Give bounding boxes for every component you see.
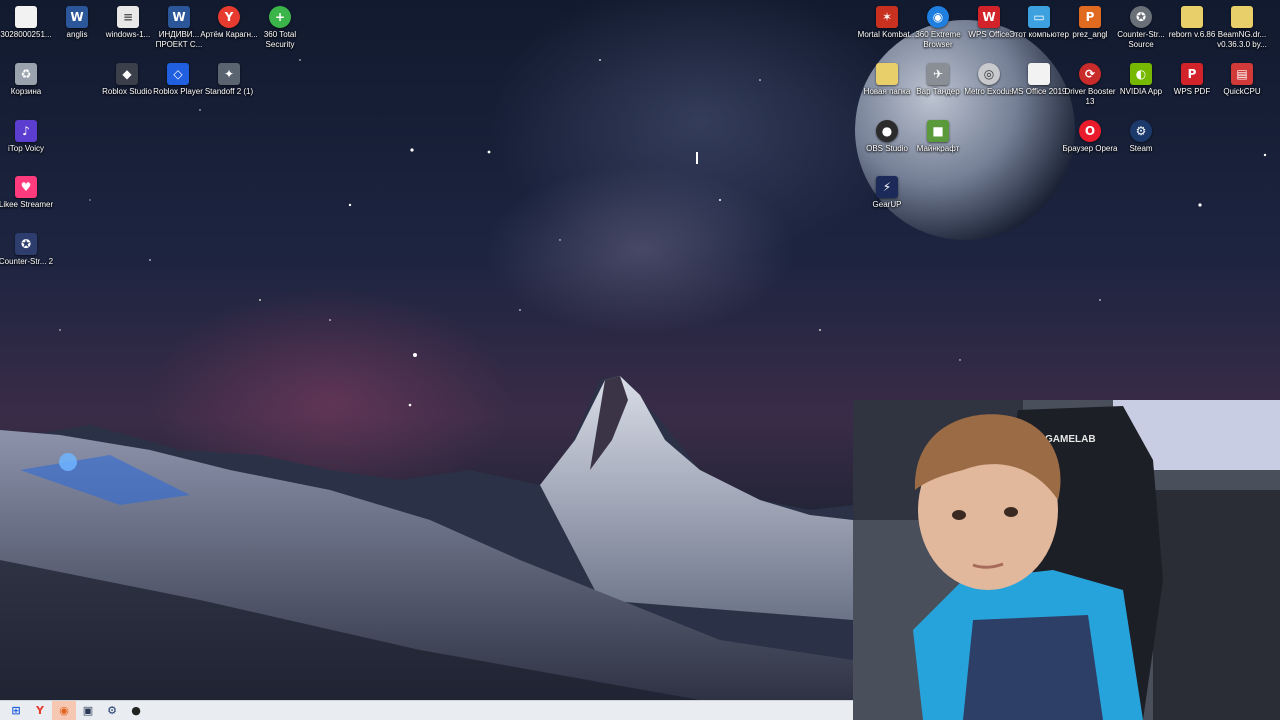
counter-strike-icon: ✪ — [15, 233, 37, 255]
desktop-icon-360-browser[interactable]: ◉ 360 Extreme Browser — [911, 6, 965, 50]
desktop-icon-label: Standoff 2 (1) — [204, 87, 254, 96]
taskbar-yandex-browser-icon[interactable]: Y — [28, 701, 52, 720]
desktop-icon-roblox-studio[interactable]: ◆ Roblox Studio — [100, 63, 154, 97]
nvidia-icon: ◐ — [1130, 63, 1152, 85]
desktop-icon-windows-1[interactable]: ≡ windows-1... — [101, 6, 155, 40]
desktop-icon-this-pc[interactable]: ▭ Этот компьютер — [1009, 6, 1069, 40]
desktop-icon-quickcpu[interactable]: ▤ QuickCPU — [1215, 63, 1269, 97]
desktop-icon-beamng[interactable]: BeamNG.dr... v0.36.3.0 by... — [1215, 6, 1269, 50]
webcam-video-frame: GAMELAB — [853, 400, 1280, 720]
folder-icon — [1181, 6, 1203, 28]
taskbar-obs-studio-icon[interactable]: ● — [124, 701, 148, 720]
desktop-icon-nvidia[interactable]: ◐ NVIDIA App — [1114, 63, 1168, 97]
360-browser-icon: ◉ — [927, 6, 949, 28]
blank-document-icon — [15, 6, 37, 28]
desktop-icon-steam[interactable]: ⚙ Steam — [1114, 120, 1168, 154]
webcam-overlay: GAMELAB — [853, 400, 1280, 720]
desktop-icon-itop[interactable]: ♪ iTop Voicy — [0, 120, 53, 154]
obs-studio-icon: ● — [876, 120, 898, 142]
metro-exodus-icon: ◎ — [978, 63, 1000, 85]
word-document-icon: W — [66, 6, 88, 28]
wps-office-icon: W — [978, 6, 1000, 28]
desktop-icon-obs[interactable]: ● OBS Studio — [860, 120, 914, 154]
chair-brand-logo: GAMELAB — [1045, 434, 1096, 445]
desktop-icon-standoff[interactable]: ✦ Standoff 2 (1) — [202, 63, 256, 97]
desktop-icon-opera[interactable]: O Браузер Opera — [1063, 120, 1118, 154]
roblox-player-icon: ◇ — [167, 63, 189, 85]
driver-booster-icon: ⟳ — [1079, 63, 1101, 85]
desktop-icon-recycle-bin[interactable]: ♻ Корзина — [0, 63, 53, 97]
desktop-icon-cs2[interactable]: ✪ Counter-Str... 2 — [0, 233, 53, 267]
desktop-icon-mortal[interactable]: ✶ Mortal Kombat... — [858, 6, 916, 40]
desktop-icon-label: iTop Voicy — [7, 144, 45, 153]
desktop-icon-anglis[interactable]: W anglis — [50, 6, 104, 40]
yandex-browser-icon: Y — [218, 6, 240, 28]
recycle-bin-icon: ♻ — [15, 63, 37, 85]
desktop-icon-label: 360 Total Security — [263, 30, 297, 49]
document-icon — [1028, 63, 1050, 85]
desktop-icon-360-total[interactable]: + 360 Total Security — [253, 6, 307, 50]
taskbar-app-icon[interactable]: ▣ — [76, 701, 100, 720]
counter-strike-source-icon: ✪ — [1130, 6, 1152, 28]
desktop-icon-gearup[interactable]: ⚡ GearUP — [860, 176, 914, 210]
desktop-icon-label: Steam — [1129, 144, 1153, 153]
desktop-icon-metro[interactable]: ◎ Metro Exodus — [962, 63, 1016, 97]
desktop-icon-reborn[interactable]: reborn v.6.86 — [1165, 6, 1219, 40]
desktop-icon-ms-office[interactable]: MS Office 2019 — [1012, 63, 1067, 97]
desktop-icon-wps-office[interactable]: W WPS Office — [962, 6, 1016, 40]
mortal-kombat-icon: ✶ — [876, 6, 898, 28]
desktop-icon-file-3028[interactable]: 3028000251... — [0, 6, 53, 40]
desktop-icon-label: Майнкрафт — [916, 144, 960, 153]
minecraft-icon: ■ — [927, 120, 949, 142]
desktop-icon-new-folder[interactable]: Новая папка — [860, 63, 914, 97]
roblox-studio-icon: ◆ — [116, 63, 138, 85]
windows-start-icon[interactable]: ⊞ — [4, 701, 28, 720]
desktop-icon-label: QuickCPU — [1223, 87, 1261, 96]
taskbar-app-orange-icon[interactable]: ◉ — [52, 700, 76, 720]
desktop-icon-wps-pdf[interactable]: P WPS PDF — [1165, 63, 1219, 97]
desktop-icon-artem[interactable]: Y Артём Карагн... — [200, 6, 258, 40]
opera-browser-icon: O — [1079, 120, 1101, 142]
likee-heart-icon: ♥ — [15, 176, 37, 198]
text-file-icon: ≡ — [117, 6, 139, 28]
desktop-icon-prez[interactable]: P prez_angl — [1063, 6, 1117, 40]
desktop-icon-label: Likee Streamer — [0, 200, 54, 209]
desktop-icon-label: Корзина — [10, 87, 42, 96]
desktop-icon-warthunder[interactable]: ✈ Вар Тандер — [911, 63, 965, 97]
desktop-icon-likee[interactable]: ♥ Likee Streamer — [0, 176, 53, 210]
desktop-icon-roblox-player[interactable]: ◇ Roblox Player — [151, 63, 205, 97]
desktop-icon-minecraft[interactable]: ■ Майнкрафт — [911, 120, 965, 154]
standoff-game-icon: ✦ — [218, 63, 240, 85]
gearup-icon: ⚡ — [876, 176, 898, 198]
word-document-icon: W — [168, 6, 190, 28]
desktop-icon-css[interactable]: ✪ Counter-Str... Source — [1114, 6, 1168, 50]
this-pc-icon: ▭ — [1028, 6, 1050, 28]
desktop-icon-label: BeamNG.dr... v0.36.3.0 by... — [1217, 30, 1267, 49]
war-thunder-icon: ✈ — [927, 63, 949, 85]
itop-voicy-icon: ♪ — [15, 120, 37, 142]
360-security-icon: + — [269, 6, 291, 28]
desktop-icon-label: Counter-Str... 2 — [0, 257, 54, 266]
text-cursor-icon — [696, 152, 698, 164]
folder-icon — [876, 63, 898, 85]
folder-icon — [1231, 6, 1253, 28]
quickcpu-icon: ▤ — [1231, 63, 1253, 85]
taskbar-steam-icon[interactable]: ⚙ — [100, 701, 124, 720]
desktop-icon-individ[interactable]: W ИНДИВИ... ПРОЕКТ С... — [152, 6, 206, 50]
powerpoint-icon: P — [1079, 6, 1101, 28]
desktop-icon-label: GearUP — [872, 200, 902, 209]
wps-pdf-icon: P — [1181, 63, 1203, 85]
steam-icon: ⚙ — [1130, 120, 1152, 142]
desktop-icon-driver-booster[interactable]: ⟳ Driver Booster 13 — [1063, 63, 1117, 107]
taskbar: ⊞ Y ◉ ▣ ⚙ ● — [0, 700, 853, 720]
